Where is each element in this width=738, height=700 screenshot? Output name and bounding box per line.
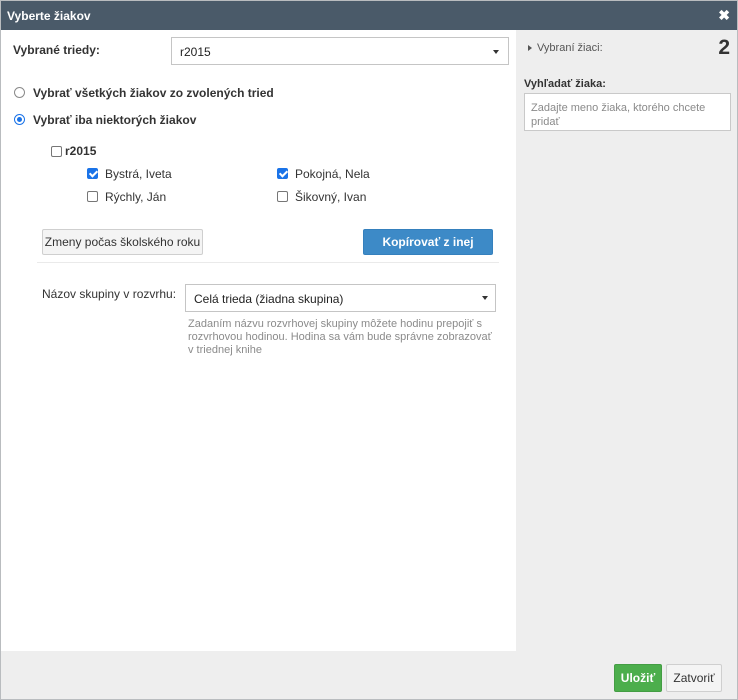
schedule-group-select-value: Celá trieda (žiadna skupina) [194, 292, 344, 306]
search-student-input[interactable]: Zadajte meno žiaka, ktorého chcete prida… [524, 93, 731, 131]
dialog-titlebar: Vyberte žiakov ✖ [1, 1, 737, 30]
student-label: Rýchly, Ján [105, 190, 167, 204]
search-student-label: Vyhľadať žiaka: [524, 78, 606, 90]
changes-during-year-button[interactable]: Zmeny počas školského roku [42, 229, 203, 255]
radio-select-some-label: Vybrať iba niektorých žiakov [33, 113, 197, 127]
classes-label: Vybrané triedy: [13, 43, 100, 57]
select-students-dialog: Vyberte žiakov ✖ Vybrané triedy: r2015 V… [0, 0, 738, 700]
radio-select-some[interactable] [14, 114, 25, 125]
student-checkbox[interactable] [277, 168, 288, 179]
selected-students-label[interactable]: Vybraní žiaci: [537, 42, 603, 54]
radio-select-all[interactable] [14, 87, 25, 98]
divider [37, 262, 499, 263]
caret-right-icon[interactable] [528, 45, 532, 51]
right-panel: Vybraní žiaci: 2 Vyhľadať žiaka: Zadajte… [516, 30, 737, 651]
save-button[interactable]: Uložiť [614, 664, 662, 692]
classes-select-value: r2015 [180, 45, 211, 59]
classes-select[interactable]: r2015 [171, 37, 509, 65]
selected-students-count: 2 [718, 36, 730, 59]
student-checkbox[interactable] [87, 168, 98, 179]
student-checkbox[interactable] [87, 191, 98, 202]
radio-select-all-label: Vybrať všetkých žiakov zo zvolených trie… [33, 86, 274, 100]
schedule-group-help-text: Zadaním názvu rozvrhovej skupiny môžete … [188, 318, 492, 356]
dialog-footer: Uložiť Zatvoriť [1, 651, 737, 699]
copy-from-other-lesson-button[interactable]: Kopírovať z inej hodiny [363, 229, 493, 273]
class-checkbox-label: r2015 [65, 144, 97, 158]
close-button[interactable]: Zatvoriť [666, 664, 722, 692]
chevron-down-icon [482, 296, 488, 300]
schedule-group-select[interactable]: Celá trieda (žiadna skupina) [185, 284, 496, 312]
student-label: Pokojná, Nela [295, 167, 370, 181]
student-checkbox[interactable] [277, 191, 288, 202]
student-label: Šikovný, Ivan [295, 190, 367, 204]
student-label: Bystrá, Iveta [105, 167, 172, 181]
dialog-title: Vyberte žiakov [7, 9, 91, 23]
chevron-down-icon [493, 50, 499, 54]
class-checkbox[interactable] [51, 146, 62, 157]
schedule-group-label: Názov skupiny v rozvrhu: [42, 287, 177, 301]
close-icon[interactable]: ✖ [718, 7, 730, 23]
